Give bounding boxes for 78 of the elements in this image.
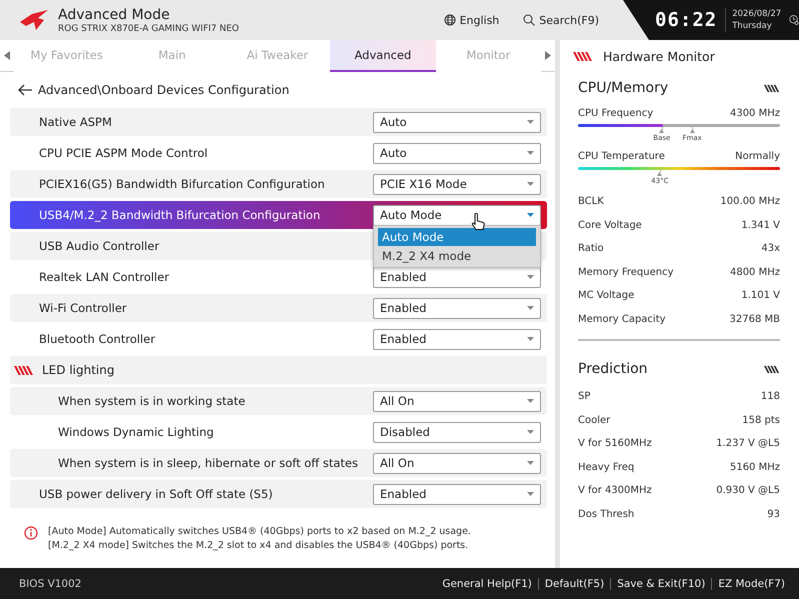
weekday-text: Thursday xyxy=(732,20,773,32)
dropdown-field[interactable]: Auto xyxy=(373,142,541,164)
footer-button[interactable]: EZ Mode(F7) xyxy=(711,578,791,590)
gauge-reading: Normally xyxy=(735,150,780,162)
search-button[interactable]: Search(F9) xyxy=(523,14,599,26)
dropdown-field[interactable]: PCIE X16 Mode xyxy=(373,174,541,194)
stat-value: 1.101 V xyxy=(741,290,780,302)
menu-option[interactable]: Auto Mode xyxy=(378,228,536,246)
dropdown-field[interactable]: Disabled xyxy=(373,422,541,442)
stat-label: Core Voltage xyxy=(578,220,642,231)
gauge-reading: 4300 MHz xyxy=(730,108,780,118)
setting-label: Wi-Fi Controller xyxy=(39,301,127,315)
setting-label: When system is in sleep, hibernate or soft off states xyxy=(58,456,358,470)
stat-label: Cooler xyxy=(578,414,610,426)
model-name: ROG STRIX X870E-A GAMING WIFI7 NEO xyxy=(58,24,240,34)
dropdown-field[interactable]: Enabled xyxy=(373,298,541,318)
stat-label: SP xyxy=(578,391,590,402)
stat-label: Heavy Freq xyxy=(578,462,634,473)
stat-value: 43x xyxy=(761,243,780,254)
stat-label: Dos Thresh xyxy=(578,508,634,520)
stat-value: 0.930 V @L5 xyxy=(716,485,780,496)
setting-label: PCIEX16(G5) Bandwidth Bifurcation Configuration xyxy=(39,177,325,191)
help-text: [M.2_2 X4 mode] Switches the M.2_2 slot to x4 and disables the USB4® (40Gbps) ports. xyxy=(48,540,470,551)
dropdown-field[interactable]: Auto Mode xyxy=(373,204,541,226)
setting-row[interactable]: When system is in working state All On xyxy=(10,387,547,415)
breadcrumb: Advanced\Onboard Devices Configuration xyxy=(38,83,290,97)
section-title: LED lighting xyxy=(42,363,114,377)
setting-label: USB Audio Controller xyxy=(39,239,160,253)
stat-value: 158 pts xyxy=(742,414,780,426)
stat-value: 32768 MB xyxy=(730,314,780,325)
stat-value: 93 xyxy=(767,508,780,520)
setting-label: USB4/M.2_2 Bandwidth Bifurcation Configuration xyxy=(39,208,320,222)
stat-label: V for 4300MHz xyxy=(578,485,652,496)
gauge-label: CPU Temperature xyxy=(578,150,665,162)
stat-value: 118 xyxy=(760,391,780,402)
dropdown-field[interactable]: Enabled xyxy=(373,266,541,288)
clock-time: 06:22 xyxy=(655,9,718,31)
panel-title: Hardware Monitor xyxy=(603,48,715,64)
bios-version: BIOS V1002 xyxy=(19,578,82,590)
dropdown-field[interactable]: Enabled xyxy=(373,328,541,350)
stat-label: Ratio xyxy=(578,243,604,254)
help-text: [Auto Mode] Automatically switches USB4® (40Gbps) ports to x2 based on M.2_2 usage. xyxy=(48,526,471,537)
dropdown-field[interactable]: All On xyxy=(373,452,541,474)
setting-label: Native ASPM xyxy=(39,115,112,129)
footer-button[interactable]: General Help(F1) xyxy=(436,578,538,590)
language-button[interactable]: English xyxy=(444,14,500,26)
stat-label: Memory Frequency xyxy=(578,266,674,278)
setting-label: CPU PCIE ASPM Mode Control xyxy=(39,146,208,160)
setting-label: Bluetooth Controller xyxy=(39,332,156,346)
setting-row[interactable]: When system is in sleep, hibernate or soft off states All On xyxy=(10,449,547,477)
stat-value: 100.00 MHz xyxy=(720,196,780,208)
mode-title: Advanced Mode xyxy=(58,6,171,24)
setting-label: When system is in working state xyxy=(58,394,246,408)
setting-row[interactable]: PCIEX16(G5) Bandwidth Bifurcation Configuration PCIE X16 Mode xyxy=(10,170,547,198)
gauge-label: CPU Frequency xyxy=(578,108,654,118)
stat-value: 5160 MHz xyxy=(730,462,780,473)
stat-label: Memory Capacity xyxy=(578,314,666,325)
stat-label: BCLK xyxy=(578,196,604,208)
setting-row[interactable]: USB power delivery in Soft Off state (S5) Enabled xyxy=(10,480,547,508)
setting-row[interactable]: Wi-Fi Controller Enabled xyxy=(10,294,547,322)
stat-value: 1.237 V @L5 xyxy=(716,438,780,450)
setting-row[interactable]: Native ASPM Auto xyxy=(10,108,547,136)
footer-button[interactable]: Save & Exit(F10) xyxy=(610,578,712,590)
date-text: 2026/08/27 xyxy=(732,8,782,20)
setting-label: Realtek LAN Controller xyxy=(39,270,170,284)
section-title: Prediction xyxy=(578,361,648,377)
tab[interactable]: Advanced xyxy=(330,40,436,72)
setting-label: Windows Dynamic Lighting xyxy=(58,425,214,439)
section-title: CPU/Memory xyxy=(578,80,668,96)
stat-label: MC Voltage xyxy=(578,290,634,302)
setting-label: USB power delivery in Soft Off state (S5) xyxy=(39,487,273,501)
dropdown-field[interactable]: Auto xyxy=(373,112,541,132)
dropdown-field[interactable]: All On xyxy=(373,390,541,412)
stat-value: 4800 MHz xyxy=(730,266,780,278)
dropdown-field[interactable]: Enabled xyxy=(373,484,541,504)
footer-button[interactable]: Default(F5) xyxy=(538,578,610,590)
stat-value: 1.341 V xyxy=(741,220,780,231)
stat-label: V for 5160MHz xyxy=(578,438,652,450)
